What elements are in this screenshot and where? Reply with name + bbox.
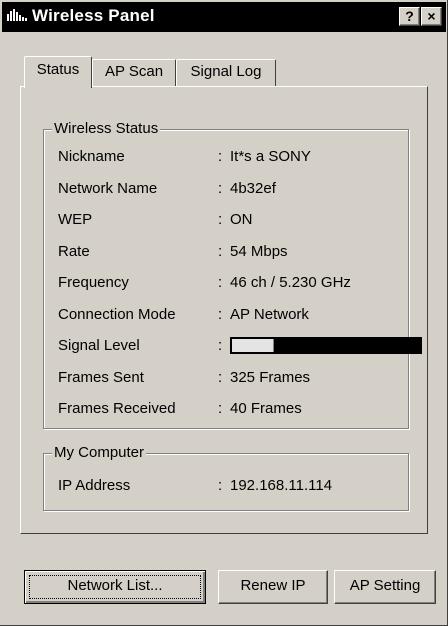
separator: : bbox=[218, 400, 223, 417]
connection-mode-value: AP Network bbox=[230, 306, 309, 323]
network-name-value: 4b32ef bbox=[230, 180, 276, 197]
tab-signal-log[interactable]: Signal Log bbox=[176, 59, 276, 86]
status-tab-panel: Wireless Status Nickname : It*s a SONY N… bbox=[20, 86, 428, 534]
separator: : bbox=[218, 274, 223, 291]
frames-received-value: 40 Frames bbox=[230, 400, 302, 417]
network-name-label: Network Name bbox=[58, 180, 158, 197]
signal-level-meter bbox=[230, 337, 422, 354]
separator: : bbox=[218, 211, 223, 228]
wireless-status-group: Wireless Status Nickname : It*s a SONY N… bbox=[43, 120, 422, 429]
help-icon: ? bbox=[405, 8, 414, 24]
network-name-row: Network Name : 4b32ef bbox=[44, 180, 408, 200]
help-button[interactable]: ? bbox=[399, 7, 420, 26]
frames-received-row: Frames Received : 40 Frames bbox=[44, 400, 408, 420]
ip-address-label: IP Address bbox=[58, 477, 131, 494]
separator: : bbox=[218, 369, 223, 386]
signal-level-fill bbox=[232, 339, 275, 352]
rate-label: Rate bbox=[58, 243, 90, 260]
nickname-value: It*s a SONY bbox=[230, 148, 311, 165]
wep-label: WEP bbox=[58, 211, 93, 228]
rate-value: 54 Mbps bbox=[230, 243, 288, 260]
separator: : bbox=[218, 477, 223, 494]
ap-setting-button[interactable]: AP Setting bbox=[334, 570, 436, 604]
rate-row: Rate : 54 Mbps bbox=[44, 243, 408, 263]
wireless-status-title: Wireless Status bbox=[52, 120, 161, 138]
network-list-button[interactable]: Network List... bbox=[24, 570, 206, 604]
frames-received-label: Frames Received bbox=[58, 400, 176, 417]
connection-mode-row: Connection Mode : AP Network bbox=[44, 306, 408, 326]
separator: : bbox=[218, 306, 223, 323]
nickname-label: Nickname bbox=[58, 148, 125, 165]
window-title: Wireless Panel bbox=[32, 6, 155, 25]
frames-sent-row: Frames Sent : 325 Frames bbox=[44, 369, 408, 389]
tab-ap-scan[interactable]: AP Scan bbox=[92, 59, 176, 86]
close-button[interactable]: × bbox=[421, 7, 442, 26]
frequency-row: Frequency : 46 ch / 5.230 GHz bbox=[44, 274, 408, 294]
frequency-label: Frequency bbox=[58, 274, 129, 291]
wireless-app-icon bbox=[6, 8, 32, 22]
my-computer-group: My Computer IP Address : 192.168.11.114 bbox=[43, 444, 409, 511]
connection-mode-label: Connection Mode bbox=[58, 306, 176, 323]
wep-value: ON bbox=[230, 211, 253, 228]
frequency-value: 46 ch / 5.230 GHz bbox=[230, 274, 351, 291]
network-list-label: Network List... bbox=[67, 577, 163, 594]
ip-address-row: IP Address : 192.168.11.114 bbox=[44, 477, 408, 497]
separator: : bbox=[218, 337, 223, 354]
title-bar[interactable]: Wireless Panel ? × bbox=[2, 2, 446, 32]
signal-level-row: Signal Level : bbox=[44, 337, 422, 357]
nickname-row: Nickname : It*s a SONY bbox=[44, 148, 408, 168]
ap-setting-label: AP Setting bbox=[349, 577, 421, 594]
separator: : bbox=[218, 243, 223, 260]
wep-row: WEP : ON bbox=[44, 211, 408, 231]
ip-address-value: 192.168.11.114 bbox=[230, 477, 333, 494]
renew-ip-label: Renew IP bbox=[240, 577, 306, 594]
separator: : bbox=[218, 148, 223, 165]
frames-sent-value: 325 Frames bbox=[230, 369, 311, 386]
my-computer-title: My Computer bbox=[52, 444, 147, 462]
close-icon: × bbox=[427, 8, 436, 24]
renew-ip-button[interactable]: Renew IP bbox=[218, 570, 328, 604]
wireless-panel-window: Wireless Panel ? × Status AP Scan Signal… bbox=[0, 0, 448, 626]
frames-sent-label: Frames Sent bbox=[58, 369, 144, 386]
tab-status[interactable]: Status bbox=[24, 56, 92, 88]
signal-level-label: Signal Level bbox=[58, 337, 140, 354]
separator: : bbox=[218, 180, 223, 197]
